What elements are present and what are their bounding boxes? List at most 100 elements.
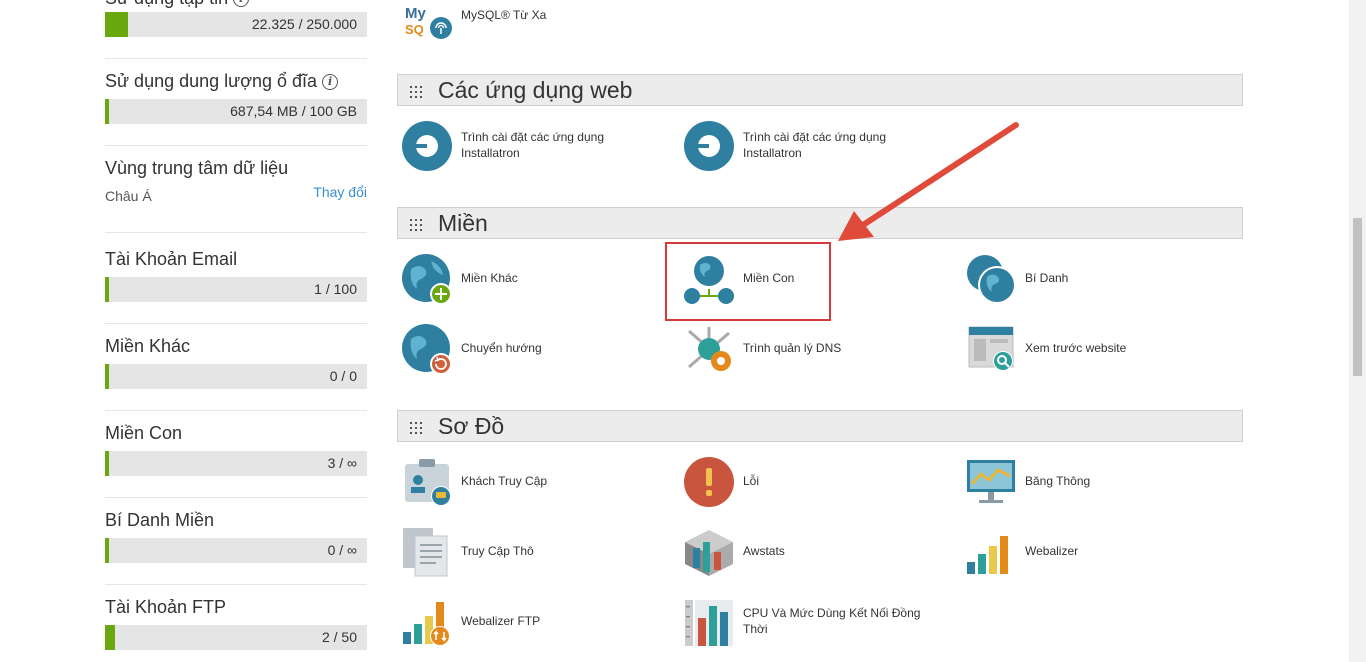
- website-preview-item[interactable]: Xem trước website: [961, 321, 1221, 375]
- section-title: Miền: [438, 210, 488, 236]
- datacenter-title: Vùng trung tâm dữ liệu: [105, 158, 289, 178]
- info-icon[interactable]: i: [322, 74, 339, 90]
- stat-domain-aliases: Bí Danh Miền: [105, 510, 367, 531]
- awstats-icon: [683, 526, 735, 578]
- section-title: Các ứng dụng web: [438, 77, 633, 103]
- stat-progress-bar: 687,54 MB / 100 GB: [105, 99, 367, 124]
- highlight-box: [665, 242, 831, 321]
- divider: [105, 145, 367, 146]
- item-label: Trình quản lý DNS: [743, 341, 842, 355]
- divider: [105, 232, 367, 233]
- webalizer-item[interactable]: Webalizer: [961, 524, 1221, 578]
- webalizer-icon: [965, 526, 1017, 578]
- errors-item[interactable]: Lỗi: [679, 454, 939, 508]
- drag-handle-icon[interactable]: [410, 86, 426, 98]
- scrollbar-thumb[interactable]: [1353, 218, 1362, 376]
- drag-handle-icon[interactable]: [410, 219, 426, 231]
- progress-fill: [105, 451, 109, 476]
- item-label: Truy Cập Thô: [461, 544, 534, 558]
- divider: [105, 58, 367, 59]
- installatron-item[interactable]: Trình cài đặt các ứng dụng Installatron: [397, 118, 657, 172]
- mysql-remote-item[interactable]: My SQ MySQL® Từ Xa: [397, 0, 657, 42]
- webalizer-ftp-icon: [401, 596, 453, 648]
- alias-item[interactable]: Bí Danh: [961, 251, 1221, 305]
- stat-subdomains: Miền Con: [105, 423, 367, 444]
- webalizer-ftp-item[interactable]: Webalizer FTP: [397, 594, 657, 648]
- stat-value: 22.325 / 250.000: [251, 16, 357, 32]
- item-label: Khách Truy Cập: [461, 474, 548, 488]
- stat-progress-bar: 0 / 0: [105, 364, 367, 389]
- stat-progress-bar: 2 / 50: [105, 625, 367, 650]
- datacenter-value: Châu Á: [105, 188, 152, 204]
- raw-access-item[interactable]: Truy Cập Thô: [397, 524, 657, 578]
- installatron-icon: [401, 120, 453, 172]
- page-scrollbar[interactable]: [1349, 0, 1366, 662]
- bandwidth-item[interactable]: Băng Thông: [961, 454, 1221, 508]
- visitors-icon: [401, 456, 453, 508]
- item-label: CPU Và Mức Dùng Kết Nối Đồng Thời: [743, 606, 921, 636]
- stat-value: 0 / 0: [329, 368, 357, 384]
- stat-title: Tài Khoản Email: [105, 249, 238, 269]
- stat-progress-bar: 1 / 100: [105, 277, 367, 302]
- stat-email-accounts: Tài Khoản Email: [105, 249, 367, 270]
- stat-value: 3 / ∞: [327, 455, 357, 471]
- stat-title: Bí Danh Miền: [105, 510, 215, 530]
- divider: [105, 410, 367, 411]
- item-label: Lỗi: [743, 474, 760, 488]
- stat-title: Sử dụng tập tin: [105, 0, 228, 8]
- item-label: MySQL® Từ Xa: [461, 8, 547, 22]
- drag-handle-icon[interactable]: [410, 422, 426, 434]
- redirect-icon: [401, 323, 453, 375]
- cpu-usage-icon: [683, 596, 735, 648]
- awstats-item[interactable]: Awstats: [679, 524, 939, 578]
- visitors-item[interactable]: Khách Truy Cập: [397, 454, 657, 508]
- dns-manager-icon: [683, 323, 735, 375]
- stat-title: Miền Khác: [105, 336, 191, 356]
- installatron-icon: [683, 120, 735, 172]
- dns-manager-item[interactable]: Trình quản lý DNS: [679, 321, 939, 375]
- website-preview-icon: [965, 323, 1017, 375]
- item-label: Awstats: [743, 544, 785, 558]
- cpu-usage-item[interactable]: CPU Và Mức Dùng Kết Nối Đồng Thời: [679, 594, 939, 648]
- item-label: Webalizer FTP: [461, 614, 541, 628]
- section-header-metrics[interactable]: Sơ Đồ: [397, 410, 1243, 442]
- change-datacenter-link[interactable]: Thay đổi: [313, 184, 367, 200]
- section-title: Sơ Đồ: [438, 413, 505, 439]
- stat-value: 1 / 100: [314, 281, 357, 297]
- divider: [105, 497, 367, 498]
- item-label: Bí Danh: [1025, 271, 1069, 285]
- progress-fill: [105, 12, 128, 37]
- stat-addon-domains: Miền Khác: [105, 336, 367, 357]
- stat-value: 2 / 50: [321, 629, 357, 645]
- item-label: Webalizer: [1025, 544, 1079, 558]
- addon-domain-item[interactable]: Miền Khác: [397, 251, 657, 305]
- progress-fill: [105, 625, 115, 650]
- item-label: Chuyển hướng: [461, 341, 542, 355]
- progress-fill: [105, 277, 109, 302]
- errors-icon: [683, 456, 735, 508]
- bandwidth-icon: [965, 456, 1017, 508]
- alias-icon: [965, 253, 1017, 305]
- stat-progress-bar: 0 / ∞: [105, 538, 367, 563]
- progress-fill: [105, 364, 109, 389]
- annotation-arrow-icon: [838, 122, 1019, 241]
- svg-text:SQ: SQ: [405, 22, 424, 37]
- stat-title: Miền Con: [105, 423, 183, 443]
- stat-progress-bar: 22.325 / 250.000: [105, 12, 367, 37]
- progress-fill: [105, 538, 109, 563]
- divider: [105, 323, 367, 324]
- divider: [105, 584, 367, 585]
- section-header-web-apps[interactable]: Các ứng dụng web: [397, 74, 1243, 106]
- mysql-remote-icon: My SQ: [401, 0, 453, 42]
- item-label: Xem trước website: [1025, 341, 1127, 355]
- item-label: Băng Thông: [1025, 474, 1091, 488]
- stat-file-usage: Sử dụng tập tin i: [105, 0, 367, 9]
- progress-fill: [105, 99, 109, 124]
- redirect-item[interactable]: Chuyển hướng: [397, 321, 657, 375]
- info-icon[interactable]: i: [233, 0, 250, 7]
- stat-title: Tài Khoản FTP: [105, 597, 227, 617]
- raw-access-icon: [401, 526, 453, 578]
- addon-domain-icon: [401, 253, 453, 305]
- stat-disk-usage: Sử dụng dung lượng ổ đĩa i: [105, 71, 367, 92]
- item-label: Trình cài đặt các ứng dụng Installatron: [461, 130, 605, 160]
